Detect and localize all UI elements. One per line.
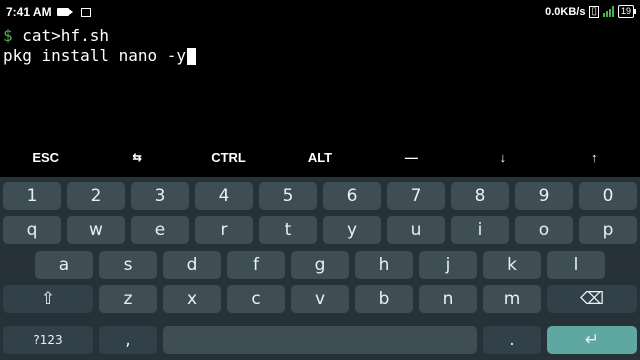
key-g[interactable]: g (291, 251, 349, 279)
screen-icon (80, 7, 91, 17)
input-text: pkg install nano -y (3, 46, 187, 65)
terminal-line-2: pkg install nano -y (0, 46, 640, 66)
network-speed: 0.0KB/s (545, 5, 586, 18)
command-text: cat>hf.sh (12, 26, 109, 45)
key-0[interactable]: 0 (579, 182, 637, 210)
key-x[interactable]: x (163, 285, 221, 313)
key-v[interactable]: v (291, 285, 349, 313)
key-t[interactable]: t (259, 216, 317, 244)
key-5[interactable]: 5 (259, 182, 317, 210)
key-r[interactable]: r (195, 216, 253, 244)
up-arrow-key[interactable]: ↑ (549, 142, 640, 176)
key-b[interactable]: b (355, 285, 413, 313)
text-cursor (187, 48, 197, 65)
key-i[interactable]: i (451, 216, 509, 244)
key-d[interactable]: d (163, 251, 221, 279)
key-k[interactable]: k (483, 251, 541, 279)
extra-keys-row: ESC ⇆ CTRL ALT — ↓ ↑ (0, 142, 640, 176)
terminal-line-1: $ cat>hf.sh (0, 26, 640, 46)
alt-key[interactable]: ALT (274, 142, 365, 176)
key-h[interactable]: h (355, 251, 413, 279)
esc-key[interactable]: ESC (0, 142, 91, 176)
key-l[interactable]: l (547, 251, 605, 279)
key-w[interactable]: w (67, 216, 125, 244)
tab-key[interactable]: ⇆ (91, 142, 182, 176)
key-1[interactable]: 1 (3, 182, 61, 210)
key-p[interactable]: p (579, 216, 637, 244)
backspace-key[interactable]: ⌫ (547, 285, 637, 313)
soft-keyboard: 1 2 3 4 5 6 7 8 9 0 q w e r t y u i o p … (0, 177, 640, 360)
key-8[interactable]: 8 (451, 182, 509, 210)
key-y[interactable]: y (323, 216, 381, 244)
key-c[interactable]: c (227, 285, 285, 313)
dash-key[interactable]: — (366, 142, 457, 176)
key-4[interactable]: 4 (195, 182, 253, 210)
battery-icon: 19 (617, 5, 637, 18)
space-bar[interactable] (163, 326, 477, 354)
key-a[interactable]: a (35, 251, 93, 279)
volte-icon: ▯ (589, 5, 599, 18)
key-o[interactable]: o (515, 216, 573, 244)
key-9[interactable]: 9 (515, 182, 573, 210)
signal-icon (602, 6, 614, 17)
period-key[interactable]: . (483, 326, 541, 354)
terminal-view[interactable]: $ cat>hf.sh pkg install nano -y (0, 26, 640, 146)
key-n[interactable]: n (419, 285, 477, 313)
key-z[interactable]: z (99, 285, 157, 313)
enter-key[interactable]: ↵ (547, 326, 637, 354)
key-6[interactable]: 6 (323, 182, 381, 210)
key-7[interactable]: 7 (387, 182, 445, 210)
key-s[interactable]: s (99, 251, 157, 279)
key-u[interactable]: u (387, 216, 445, 244)
shift-key[interactable]: ⇧ (3, 285, 93, 313)
key-m[interactable]: m (483, 285, 541, 313)
key-j[interactable]: j (419, 251, 477, 279)
ctrl-key[interactable]: CTRL (183, 142, 274, 176)
key-q[interactable]: q (3, 216, 61, 244)
symbols-key[interactable]: ?123 (3, 326, 93, 354)
key-2[interactable]: 2 (67, 182, 125, 210)
key-3[interactable]: 3 (131, 182, 189, 210)
comma-key[interactable]: , (99, 326, 157, 354)
prompt-symbol: $ (3, 26, 13, 45)
down-arrow-key[interactable]: ↓ (457, 142, 548, 176)
key-f[interactable]: f (227, 251, 285, 279)
camera-icon (56, 8, 73, 16)
status-time: 7:41 AM (6, 5, 52, 19)
key-e[interactable]: e (131, 216, 189, 244)
status-bar: 7:41 AM 0.0KB/s ▯ 19 (0, 0, 640, 24)
